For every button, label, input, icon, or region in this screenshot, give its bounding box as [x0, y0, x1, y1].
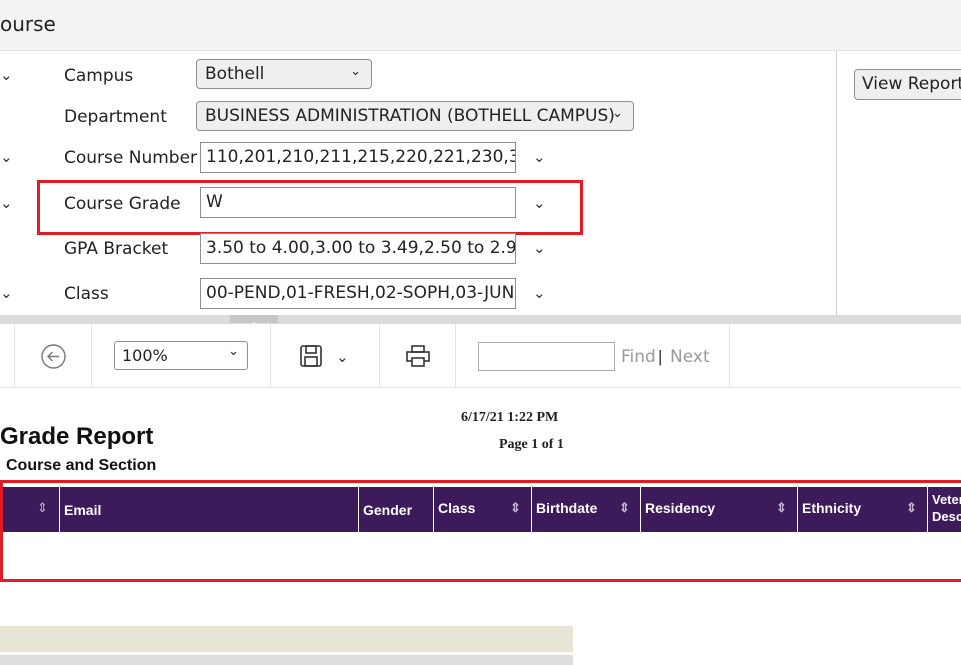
collapse-chevron-icon[interactable]: ⌄ — [0, 284, 13, 302]
toolbar-divider — [379, 324, 380, 387]
next-link[interactable]: Next — [670, 347, 710, 367]
page-title: ourse — [0, 12, 56, 36]
campus-select[interactable]: Bothell ⌄ — [196, 59, 372, 89]
collapse-chevron-icon[interactable]: ⌄ — [0, 194, 13, 212]
print-icon[interactable] — [405, 344, 431, 368]
class-dropdown-icon[interactable]: ⌄ — [533, 284, 546, 302]
chevron-down-icon: ⌄ — [350, 64, 361, 79]
splitter-bar[interactable] — [0, 315, 961, 324]
highlight-box — [37, 180, 583, 235]
splitter-grip[interactable] — [230, 315, 278, 326]
find-link[interactable]: Find — [621, 347, 656, 367]
find-input[interactable] — [478, 342, 615, 371]
save-icon[interactable] — [299, 344, 323, 368]
gpa-bracket-field[interactable]: 3.50 to 4.00,3.00 to 3.49,2.50 to 2.99,2… — [200, 233, 516, 264]
course-number-field[interactable]: 110,201,210,211,215,220,221,230,300,3 — [200, 142, 516, 173]
title-bar: ourse — [0, 0, 961, 51]
gpa-bracket-label: GPA Bracket — [64, 239, 169, 259]
report-band — [0, 655, 573, 665]
zoom-select[interactable]: 100% ⌄ — [114, 341, 248, 370]
class-field[interactable]: 00-PEND,01-FRESH,02-SOPH,03-JUNIO — [200, 278, 516, 309]
zoom-select-value: 100% — [122, 346, 168, 365]
highlight-box — [0, 480, 961, 582]
report-title: Grade Report — [0, 423, 154, 450]
toolbar-divider — [270, 324, 271, 387]
course-number-dropdown-icon[interactable]: ⌄ — [533, 148, 546, 166]
class-label: Class — [64, 284, 109, 304]
report-timestamp: 6/17/21 1:22 PM — [461, 410, 559, 425]
toolbar-divider — [91, 324, 92, 387]
chevron-down-icon: ⌄ — [612, 106, 623, 121]
department-select[interactable]: BUSINESS ADMINISTRATION (BOTHELL CAMPUS)… — [196, 101, 634, 131]
vertical-divider — [836, 51, 837, 315]
report-page-number: Page 1 of 1 — [499, 437, 564, 452]
gpa-bracket-dropdown-icon[interactable]: ⌄ — [533, 239, 546, 257]
toolbar-divider — [14, 324, 15, 387]
department-label: Department — [64, 107, 167, 127]
find-separator: | — [658, 347, 663, 366]
collapse-chevron-icon[interactable]: ⌄ — [0, 148, 13, 166]
campus-label: Campus — [64, 66, 134, 86]
back-icon[interactable] — [40, 343, 67, 370]
toolbar-divider — [729, 324, 730, 387]
department-select-value: BUSINESS ADMINISTRATION (BOTHELL CAMPUS) — [205, 106, 615, 126]
course-number-label: Course Number — [64, 148, 198, 168]
toolbar-divider — [455, 324, 456, 387]
report-band — [0, 626, 573, 652]
chevron-down-icon: ⌄ — [228, 344, 239, 359]
view-report-button[interactable]: View Report — [854, 69, 961, 100]
report-subtitle: Course and Section — [6, 457, 157, 474]
campus-select-value: Bothell — [205, 64, 265, 84]
export-dropdown-icon[interactable]: ⌄ — [336, 348, 349, 366]
collapse-chevron-icon[interactable]: ⌄ — [0, 66, 13, 84]
